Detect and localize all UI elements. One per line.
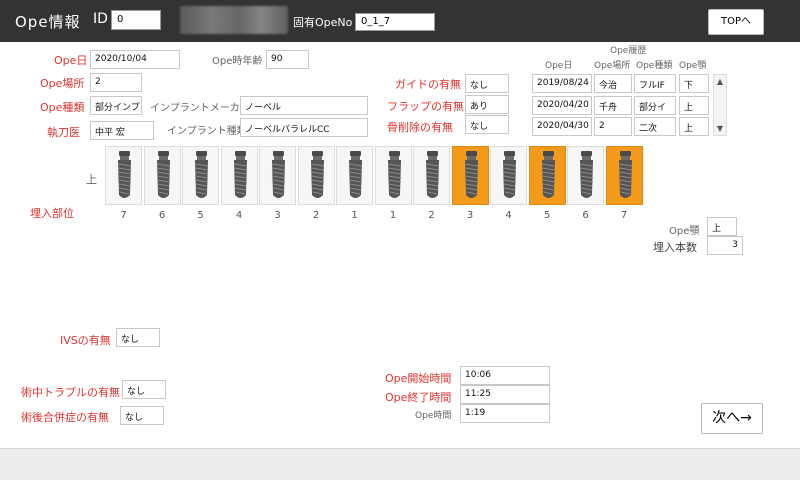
history-row-place[interactable]: 千舟 <box>594 96 632 115</box>
history-row-date[interactable]: 2020/04/30 <box>532 117 592 136</box>
ope-start-label: Ope開始時間 <box>385 372 452 385</box>
tooth-slot[interactable] <box>374 146 412 205</box>
ope-age-field[interactable]: 90 <box>266 50 309 69</box>
history-title: Ope履歴 <box>610 46 647 56</box>
next-button[interactable]: 次へ→ <box>701 403 763 434</box>
tooth-slot[interactable] <box>297 146 335 205</box>
jaw-indicator-label: 上 <box>86 173 97 186</box>
ope-end-field[interactable]: 11:25 <box>460 385 550 404</box>
id-label: ID <box>93 11 108 27</box>
app-title: Ope情報 <box>15 13 81 31</box>
history-row-date[interactable]: 2019/08/24 <box>532 74 592 93</box>
history-row-type[interactable]: 部分イ <box>634 96 676 115</box>
tooth-number: 1 <box>351 210 358 221</box>
history-row-jaw[interactable]: 上 <box>679 96 709 115</box>
ope-type-field[interactable]: 部分インプ <box>90 96 142 115</box>
tooth-slot[interactable] <box>451 146 489 205</box>
history-col-type: Ope種類 <box>636 61 673 71</box>
history-scrollbar[interactable]: ▲ ▼ <box>713 74 727 136</box>
tooth-slot[interactable] <box>336 146 373 205</box>
postoperative-complication-label: 術後合併症の有無 <box>21 411 109 424</box>
scroll-down-icon[interactable]: ▼ <box>714 124 726 133</box>
tooth-number: 4 <box>505 210 512 221</box>
history-row-place[interactable]: 2 <box>594 117 632 136</box>
tooth-number: 4 <box>235 210 243 221</box>
intraoperative-trouble-field[interactable]: なし <box>122 380 166 399</box>
implant-site-label: 埋入部位 <box>30 207 74 220</box>
history-row-jaw[interactable]: 下 <box>679 74 709 93</box>
ope-jaw-field[interactable]: 上 <box>707 217 737 236</box>
implant-maker-field[interactable]: ノーベル <box>240 96 368 115</box>
id-input[interactable]: 0 <box>111 10 161 30</box>
history-row-date[interactable]: 2020/04/20 <box>532 96 592 115</box>
tooth-number: 5 <box>197 210 204 221</box>
intraoperative-trouble-label: 術中トラブルの有無 <box>21 386 120 399</box>
guide-field[interactable]: なし <box>465 74 509 93</box>
tooth-slot[interactable] <box>182 146 219 205</box>
tooth-slot[interactable] <box>413 146 450 205</box>
header-bar: Ope情報 ID 0 固有OpeNo 0_1_7 TOPへ <box>0 0 800 42</box>
history-row-place[interactable]: 今治 <box>594 74 632 93</box>
bone-removal-label: 骨削除の有無 <box>387 121 453 134</box>
ope-duration-field[interactable]: 1:19 <box>460 404 550 423</box>
tooth-number: 7 <box>620 210 628 221</box>
ope-place-label: Ope場所 <box>40 77 85 90</box>
tooth-slot[interactable] <box>259 146 296 205</box>
ope-date-field[interactable]: 2020/10/04 <box>90 50 180 69</box>
bone-removal-field[interactable]: なし <box>465 115 509 134</box>
tooth-slot[interactable] <box>143 146 181 205</box>
flap-label: フラップの有無 <box>387 100 464 113</box>
tooth-number: 6 <box>158 210 166 221</box>
history-row-jaw[interactable]: 上 <box>679 117 709 136</box>
tooth-number: 1 <box>389 210 397 221</box>
implant-maker-label: インプラントメーカー <box>150 103 250 114</box>
tooth-slot[interactable] <box>567 146 604 205</box>
history-col-jaw: Ope顎 <box>679 61 707 71</box>
history-row-type[interactable]: フルIF <box>634 74 676 93</box>
history-col-date: Ope日 <box>545 61 573 71</box>
unique-ope-no-label: 固有OpeNo <box>293 16 353 29</box>
implant-type-label: インプラント種類 <box>167 126 247 137</box>
ivs-label: IVSの有無 <box>60 334 111 347</box>
guide-label: ガイドの有無 <box>395 78 461 91</box>
implant-count-field[interactable]: 3 <box>707 236 743 255</box>
tooth-slot[interactable] <box>490 146 527 205</box>
patient-name-redacted <box>180 6 288 34</box>
ivs-field[interactable]: なし <box>116 328 160 347</box>
tooth-number: 3 <box>274 210 281 221</box>
tooth-number: 6 <box>582 210 589 221</box>
tooth-slot[interactable] <box>605 146 643 205</box>
tooth-number: 2 <box>312 210 320 221</box>
surgeon-field[interactable]: 中平 宏 <box>90 121 154 140</box>
tooth-number: 5 <box>543 210 551 221</box>
ope-age-label: Ope時年齢 <box>212 56 263 67</box>
ope-date-label: Ope日 <box>54 54 88 67</box>
scroll-up-icon[interactable]: ▲ <box>714 77 726 86</box>
ope-duration-label: Ope時間 <box>415 411 452 421</box>
ope-type-label: Ope種類 <box>40 101 85 114</box>
history-col-place: Ope場所 <box>594 61 631 71</box>
postoperative-complication-field[interactable]: なし <box>120 406 164 425</box>
flap-field[interactable]: あり <box>465 95 509 114</box>
tooth-number: 2 <box>428 210 435 221</box>
tooth-number: 3 <box>466 210 474 221</box>
tooth-slot[interactable] <box>220 146 258 205</box>
top-button[interactable]: TOPへ <box>708 9 764 35</box>
ope-jaw-label: Ope顎 <box>669 226 700 237</box>
tooth-number: 7 <box>120 210 127 221</box>
history-row-type[interactable]: 二次 <box>634 117 676 136</box>
implant-count-label: 埋入本数 <box>653 241 697 254</box>
footer-bar <box>0 448 800 480</box>
tooth-slot[interactable] <box>528 146 566 205</box>
implant-type-field[interactable]: ノーベルパラレルCC <box>240 118 368 137</box>
tooth-slot[interactable] <box>105 146 142 205</box>
unique-ope-no-input[interactable]: 0_1_7 <box>355 13 435 31</box>
ope-place-field[interactable]: 2 <box>90 73 142 92</box>
ope-end-label: Ope終了時間 <box>385 391 452 404</box>
surgeon-label: 執刀医 <box>47 126 80 139</box>
ope-start-field[interactable]: 10:06 <box>460 366 550 385</box>
